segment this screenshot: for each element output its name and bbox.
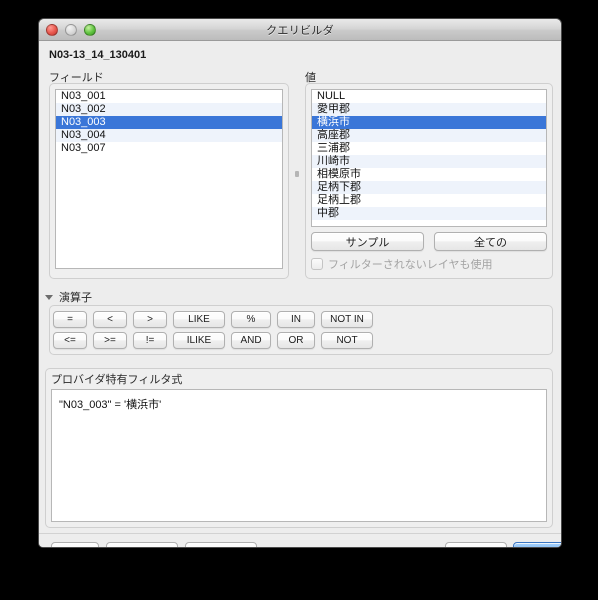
- list-item[interactable]: N03_001: [56, 90, 282, 103]
- sample-button[interactable]: サンプル: [311, 232, 424, 251]
- list-item[interactable]: 川崎市: [312, 155, 546, 168]
- operator-button[interactable]: ILIKE: [173, 332, 225, 349]
- list-item[interactable]: N03_002: [56, 103, 282, 116]
- close-light[interactable]: [46, 24, 58, 36]
- operator-button[interactable]: >: [133, 311, 167, 328]
- panel-splitter[interactable]: [291, 83, 303, 279]
- window-controls: [46, 24, 96, 36]
- operator-button[interactable]: NOT: [321, 332, 373, 349]
- list-item[interactable]: N03_003: [56, 116, 282, 129]
- test-button[interactable]: (T)テスト: [106, 542, 178, 547]
- expression-label: プロバイダ特有フィルタ式: [51, 374, 183, 386]
- operator-button[interactable]: IN: [277, 311, 315, 328]
- list-item[interactable]: 三浦郡: [312, 142, 546, 155]
- list-item[interactable]: NULL: [312, 90, 546, 103]
- operator-button[interactable]: <=: [53, 332, 87, 349]
- layer-name-label: N03-13_14_130401: [49, 49, 147, 61]
- all-values-button[interactable]: 全ての: [434, 232, 547, 251]
- window-title: クエリビルダ: [266, 24, 334, 37]
- operator-button[interactable]: %: [231, 311, 271, 328]
- list-item[interactable]: 足柄下郡: [312, 181, 546, 194]
- operator-button[interactable]: NOT IN: [321, 311, 373, 328]
- list-item[interactable]: 相模原市: [312, 168, 546, 181]
- operator-button[interactable]: OR: [277, 332, 315, 349]
- clear-button[interactable]: (C)クリア: [185, 542, 257, 547]
- operator-button[interactable]: LIKE: [173, 311, 225, 328]
- cancel-button[interactable]: Cancel: [445, 542, 507, 547]
- operator-button[interactable]: <: [93, 311, 127, 328]
- help-button[interactable]: Help: [51, 542, 99, 547]
- expression-textarea[interactable]: "N03_003" = '横浜市': [51, 389, 547, 522]
- operators-section-label: 演算子: [59, 292, 92, 304]
- zoom-light[interactable]: [84, 24, 96, 36]
- query-builder-window: クエリビルダ N03-13_14_130401 フィールド 値 N03_001 N…: [38, 18, 562, 548]
- list-item[interactable]: 愛甲郡: [312, 103, 546, 116]
- use-unfiltered-layer-label: フィルターされないレイヤも使用: [328, 259, 493, 271]
- window-body: N03-13_14_130401 フィールド 値 N03_001 N03_002 N…: [39, 41, 561, 547]
- list-item[interactable]: 横浜市: [312, 116, 546, 129]
- use-unfiltered-layer-checkbox[interactable]: フィルターされないレイヤも使用: [311, 256, 492, 272]
- chevron-down-icon: [45, 294, 53, 300]
- splitter-grip: [295, 171, 299, 177]
- list-item[interactable]: 高座郡: [312, 129, 546, 142]
- ok-button[interactable]: OK: [513, 542, 561, 547]
- list-item[interactable]: N03_007: [56, 142, 282, 155]
- operator-button[interactable]: =: [53, 311, 87, 328]
- operator-button[interactable]: >=: [93, 332, 127, 349]
- list-item[interactable]: N03_004: [56, 129, 282, 142]
- operator-button[interactable]: AND: [231, 332, 271, 349]
- list-item[interactable]: 中郡: [312, 207, 546, 220]
- checkbox-box[interactable]: [311, 258, 323, 270]
- fields-list[interactable]: N03_001 N03_002 N03_003 N03_004 N03_007: [55, 89, 283, 269]
- list-item[interactable]: 足柄上郡: [312, 194, 546, 207]
- operator-button[interactable]: !=: [133, 332, 167, 349]
- minimize-light[interactable]: [65, 24, 77, 36]
- window-titlebar[interactable]: クエリビルダ: [39, 19, 561, 41]
- footer-divider: [39, 533, 561, 534]
- values-list[interactable]: NULL 愛甲郡 横浜市 高座郡 三浦郡 川崎市 相模原市 足柄下郡 足柄上郡 中郡: [311, 89, 547, 227]
- operators-section-header[interactable]: 演算子: [45, 289, 92, 305]
